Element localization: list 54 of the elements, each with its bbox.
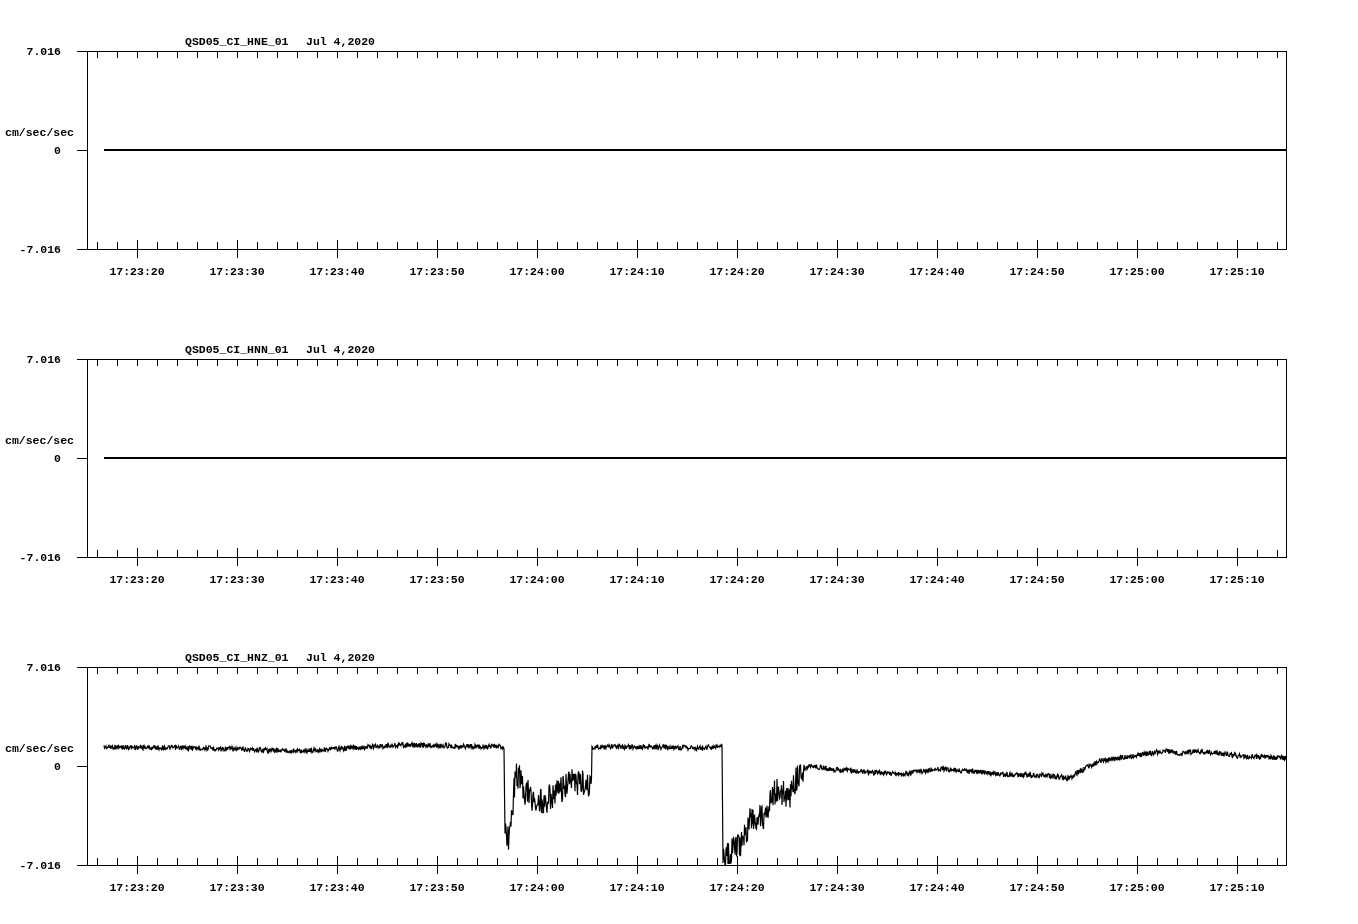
- x-tick-label: 17:23:50: [409, 265, 465, 278]
- x-tick-label: 17:23:20: [109, 881, 165, 894]
- y-tick-label: 7.016: [26, 45, 61, 58]
- y-tick-label: -7.016: [19, 243, 61, 256]
- plot-title: QSD05_CI_HNE_01: [185, 35, 289, 48]
- y-tick-label: 0: [54, 760, 61, 773]
- x-tick-label: 17:24:00: [509, 573, 565, 586]
- y-tick-label: 0: [54, 452, 61, 465]
- x-tick-label: 17:23:30: [209, 881, 265, 894]
- x-tick-label: 17:23:30: [209, 265, 265, 278]
- x-tick-label: 17:24:00: [509, 265, 565, 278]
- x-tick-label: 17:25:00: [1109, 881, 1165, 894]
- x-tick-label: 17:24:10: [609, 881, 665, 894]
- x-tick-label: 17:23:40: [309, 573, 365, 586]
- y-tick-label: 0: [54, 144, 61, 157]
- y-axis-label: cm/sec/sec: [5, 434, 74, 447]
- x-tick-label: 17:24:10: [609, 573, 665, 586]
- y-axis-label: cm/sec/sec: [5, 126, 74, 139]
- x-tick-label: 17:23:40: [309, 881, 365, 894]
- x-tick-label: 17:23:40: [309, 265, 365, 278]
- x-tick-label: 17:24:40: [909, 881, 965, 894]
- x-tick-label: 17:24:20: [709, 881, 765, 894]
- x-tick-label: 17:24:30: [809, 881, 865, 894]
- x-tick-label: 17:24:50: [1009, 881, 1065, 894]
- x-tick-label: 17:25:10: [1209, 573, 1265, 586]
- x-tick-label: 17:23:20: [109, 265, 165, 278]
- x-tick-label: 17:25:00: [1109, 265, 1165, 278]
- x-tick-label: 17:24:30: [809, 573, 865, 586]
- plot-title: QSD05_CI_HNN_01: [185, 343, 289, 356]
- x-tick-label: 17:23:20: [109, 573, 165, 586]
- x-tick-label: 17:23:30: [209, 573, 265, 586]
- y-tick-label: 7.016: [26, 353, 61, 366]
- x-tick-label: 17:23:50: [409, 573, 465, 586]
- x-tick-label: 17:24:20: [709, 265, 765, 278]
- x-tick-label: 17:24:40: [909, 573, 965, 586]
- x-tick-label: 17:24:10: [609, 265, 665, 278]
- plot-title: QSD05_CI_HNZ_01: [185, 651, 289, 664]
- x-tick-label: 17:25:00: [1109, 573, 1165, 586]
- x-tick-label: 17:24:40: [909, 265, 965, 278]
- x-tick-label: 17:24:50: [1009, 265, 1065, 278]
- x-tick-label: 17:23:50: [409, 881, 465, 894]
- x-tick-label: 17:24:30: [809, 265, 865, 278]
- x-tick-label: 17:24:20: [709, 573, 765, 586]
- x-tick-label: 17:25:10: [1209, 881, 1265, 894]
- y-tick-label: -7.016: [19, 859, 61, 872]
- x-tick-label: 17:25:10: [1209, 265, 1265, 278]
- plot-date: Jul 4,2020: [306, 651, 375, 664]
- y-tick-label: -7.016: [19, 551, 61, 564]
- x-tick-label: 17:24:00: [509, 881, 565, 894]
- x-tick-label: 17:24:50: [1009, 573, 1065, 586]
- y-axis-label: cm/sec/sec: [5, 742, 74, 755]
- plot-date: Jul 4,2020: [306, 343, 375, 356]
- plot-date: Jul 4,2020: [306, 35, 375, 48]
- y-tick-label: 7.016: [26, 661, 61, 674]
